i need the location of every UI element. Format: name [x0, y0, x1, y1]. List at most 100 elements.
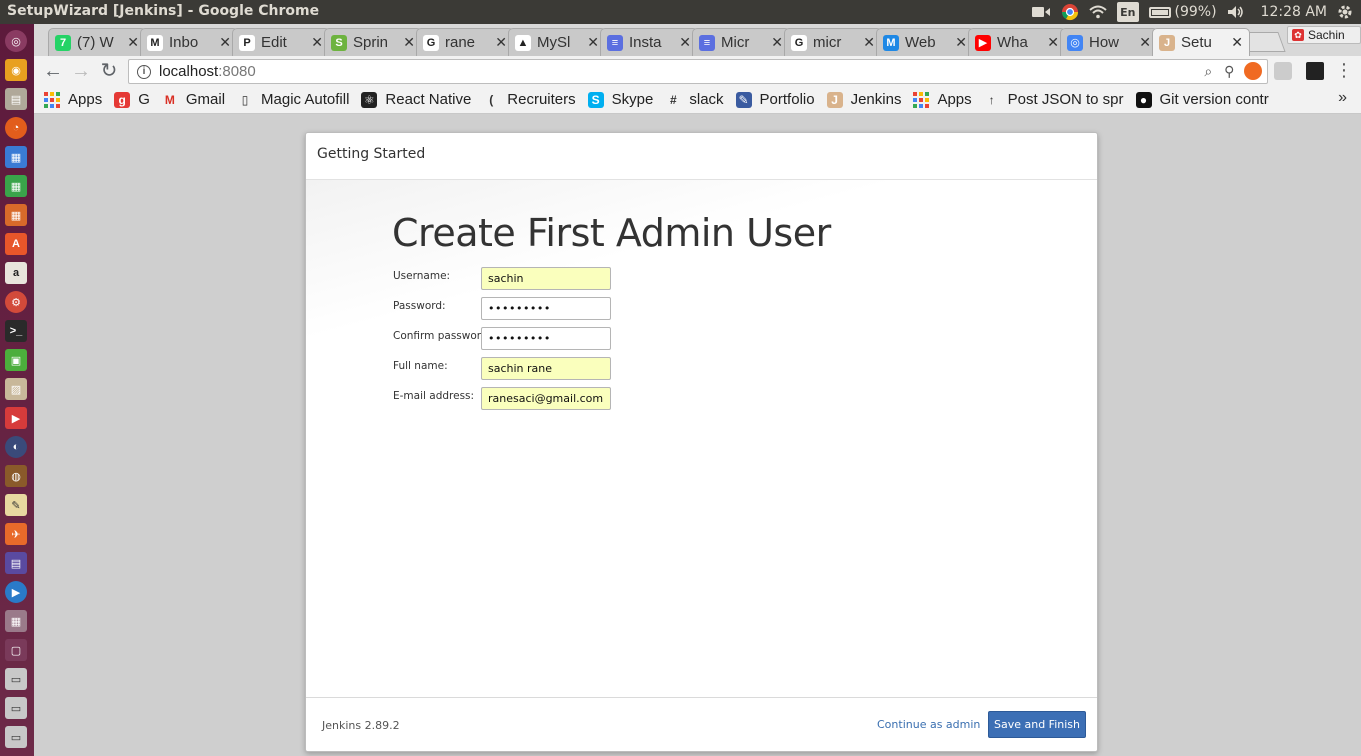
confirm-password-label: Confirm password:: [393, 330, 492, 342]
calc-launcher-icon[interactable]: ▦: [5, 175, 27, 197]
bookmark-item[interactable]: ▯ Magic Autofill: [237, 91, 350, 108]
bookmark-item[interactable]: M Gmail: [162, 91, 225, 108]
writer-launcher-icon[interactable]: ▦: [5, 146, 27, 168]
profile-button[interactable]: ✿ Sachin: [1287, 26, 1361, 44]
firefox-launcher-icon[interactable]: ◔: [5, 117, 27, 139]
browser-tab[interactable]: Grane ✕: [416, 28, 514, 56]
clock[interactable]: 12:28 AM: [1261, 2, 1327, 22]
tab-close-icon[interactable]: ✕: [587, 34, 599, 51]
video-launcher-icon[interactable]: ▶: [5, 581, 27, 603]
workspace-switcher-icon[interactable]: ▦: [5, 610, 27, 632]
tab-close-icon[interactable]: ✕: [863, 34, 875, 51]
wifi-icon[interactable]: [1089, 2, 1107, 22]
browser-tab[interactable]: ▶ Wha ✕: [968, 28, 1066, 56]
site-info-icon[interactable]: i: [137, 64, 151, 79]
continue-as-admin-link[interactable]: Continue as admin: [877, 718, 980, 731]
amazon-launcher-icon[interactable]: a: [5, 262, 27, 284]
bookmark-label: Gmail: [185, 91, 226, 108]
drive-launcher-icon[interactable]: ▭: [5, 668, 27, 690]
files-launcher-icon[interactable]: ▤: [5, 88, 27, 110]
tab-label: Inbo: [169, 34, 199, 51]
tab-close-icon[interactable]: ✕: [771, 34, 783, 51]
username-input[interactable]: sachin: [481, 267, 611, 290]
browser-tab[interactable]: S Sprin ✕: [324, 28, 422, 56]
bookmark-item[interactable]: ● Git version contr: [1135, 91, 1269, 108]
chrome-launcher-icon[interactable]: ◉: [5, 59, 27, 81]
browser-tab[interactable]: Gmicr ✕: [784, 28, 882, 56]
zoom-icon[interactable]: ⌕: [1204, 63, 1212, 80]
chrome-menu-icon[interactable]: ⋮: [1335, 60, 1353, 80]
browser-tab[interactable]: ◎ How ✕: [1060, 28, 1158, 56]
tab-label: MySl: [537, 34, 571, 51]
window-launcher-icon[interactable]: ▢: [5, 639, 27, 661]
tab-close-icon[interactable]: ✕: [219, 34, 231, 51]
settings-gear-icon[interactable]: [1337, 2, 1353, 22]
software-center-icon[interactable]: A: [5, 233, 27, 255]
browser-tab[interactable]: P Edit ✕: [232, 28, 330, 56]
volume-icon[interactable]: [1227, 2, 1245, 22]
browser-tab[interactable]: J Setu ✕: [1152, 28, 1250, 56]
extension-cloud-icon[interactable]: [1274, 62, 1292, 80]
extension-orange-icon[interactable]: [1244, 62, 1262, 80]
fullname-input[interactable]: sachin rane: [481, 357, 611, 380]
email-input[interactable]: ranesaci@gmail.com: [481, 387, 611, 410]
bookmark-item[interactable]: gG: [114, 91, 150, 108]
password-input[interactable]: •••••••••: [481, 297, 611, 320]
browser-tab[interactable]: 7 (7) W ✕: [48, 28, 146, 56]
bookmark-item[interactable]: Apps: [44, 91, 102, 108]
camera-icon[interactable]: [1031, 2, 1051, 22]
bookmark-item[interactable]: ⚛ React Native: [361, 91, 471, 108]
tab-close-icon[interactable]: ✕: [679, 34, 691, 51]
tab-close-icon[interactable]: ✕: [1231, 34, 1243, 51]
system-monitor-icon[interactable]: ◍: [5, 465, 27, 487]
bookmarks-overflow-icon[interactable]: »: [1338, 89, 1347, 107]
reload-icon[interactable]: ↻: [98, 60, 120, 82]
android-studio-icon[interactable]: ▣: [5, 349, 27, 371]
confirm-password-input[interactable]: •••••••••: [481, 327, 611, 350]
ubuntu-dash-icon[interactable]: ◎: [5, 30, 27, 52]
browser-tab[interactable]: M Web ✕: [876, 28, 974, 56]
eclipse-launcher-icon[interactable]: ◐: [5, 436, 27, 458]
terminal-launcher-icon[interactable]: >_: [5, 320, 27, 342]
tab-close-icon[interactable]: ✕: [311, 34, 323, 51]
tab-favicon-icon: ▶: [975, 34, 991, 51]
tab-close-icon[interactable]: ✕: [127, 34, 139, 51]
browser-tab[interactable]: ≡ Micr ✕: [692, 28, 790, 56]
bookmark-item[interactable]: S Skype: [587, 91, 653, 108]
drive-launcher-icon-2[interactable]: ▭: [5, 697, 27, 719]
bookmark-item[interactable]: (Recruiters: [483, 91, 575, 108]
bookmark-item[interactable]: J Jenkins: [826, 91, 901, 108]
tab-close-icon[interactable]: ✕: [1047, 34, 1059, 51]
bookmark-item[interactable]: Apps: [913, 91, 972, 108]
tab-close-icon[interactable]: ✕: [403, 34, 415, 51]
address-bar[interactable]: i localhost:8080 ⌕ ⚲ ☆: [128, 59, 1268, 84]
vlc-launcher-icon[interactable]: ▤: [5, 552, 27, 574]
username-label: Username:: [393, 270, 451, 282]
impress-launcher-icon[interactable]: ▦: [5, 204, 27, 226]
extension-android-icon[interactable]: [1306, 62, 1324, 80]
bookmark-item[interactable]: ↑ Post JSON to spr: [984, 91, 1124, 108]
bookmark-item[interactable]: ✎ Portfolio: [735, 91, 815, 108]
bookmark-item[interactable]: # slack: [665, 91, 724, 108]
trash-launcher-icon[interactable]: ▭: [5, 726, 27, 748]
back-arrow-icon[interactable]: ←: [42, 60, 64, 82]
keyboard-language-indicator[interactable]: En: [1117, 2, 1139, 22]
pin-icon[interactable]: ⚲: [1224, 63, 1234, 80]
image-viewer-icon[interactable]: ▨: [5, 378, 27, 400]
browser-tab[interactable]: ▲ MySl ✕: [508, 28, 606, 56]
fullname-label: Full name:: [393, 360, 448, 372]
forward-arrow-icon[interactable]: →: [70, 60, 92, 82]
text-editor-icon[interactable]: ✎: [5, 494, 27, 516]
battery-indicator[interactable]: (99%): [1148, 2, 1217, 22]
chrome-tray-icon[interactable]: [1061, 2, 1079, 22]
tab-close-icon[interactable]: ✕: [495, 34, 507, 51]
settings-launcher-icon[interactable]: ⚙: [5, 291, 27, 313]
save-and-finish-button[interactable]: Save and Finish: [988, 711, 1086, 738]
tab-close-icon[interactable]: ✕: [1139, 34, 1151, 51]
tab-close-icon[interactable]: ✕: [955, 34, 967, 51]
unity-launcher: ◎ ◉ ▤ ◔ ▦ ▦ ▦ A a ⚙ >_ ▣ ▨ ▶ ◐ ◍ ✎ ✈ ▤ ▶…: [0, 24, 34, 756]
app-launcher-icon[interactable]: ▶: [5, 407, 27, 429]
postman-launcher-icon[interactable]: ✈: [5, 523, 27, 545]
browser-tab[interactable]: M Inbo ✕: [140, 28, 238, 56]
browser-tab[interactable]: ≡ Insta ✕: [600, 28, 698, 56]
